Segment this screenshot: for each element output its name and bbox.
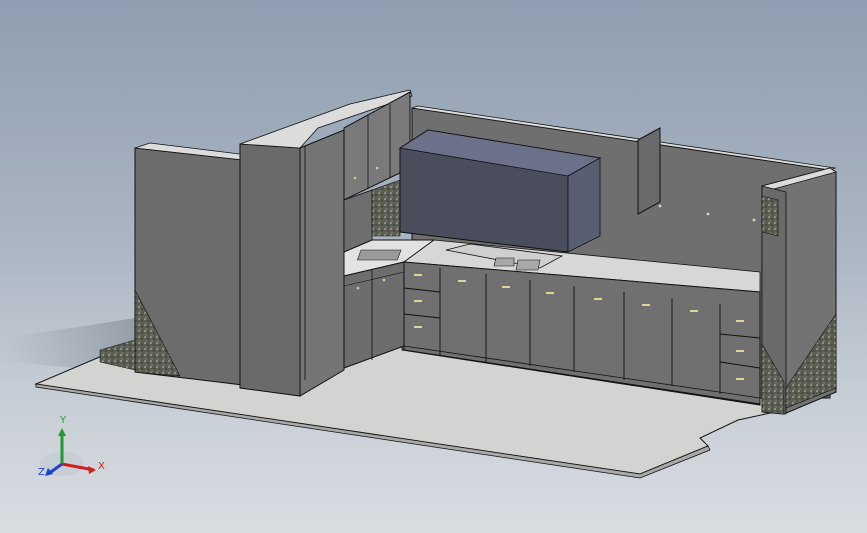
splash-panel[interactable] bbox=[637, 127, 661, 215]
granite-panel-upper-right bbox=[761, 195, 779, 237]
sink-bowl-1 bbox=[493, 257, 515, 267]
granite-backsplash bbox=[371, 179, 401, 237]
x-axis-label: X bbox=[98, 461, 105, 472]
sink-drainboard bbox=[356, 249, 402, 261]
y-axis-label: Y bbox=[60, 415, 67, 426]
kitchen-3d-model[interactable] bbox=[0, 0, 867, 533]
triad-axes bbox=[40, 428, 96, 476]
pantry-side bbox=[299, 129, 345, 397]
graphics-viewport[interactable]: X Y Z bbox=[0, 0, 867, 533]
sink-bowl-2 bbox=[515, 259, 541, 271]
z-axis-label: Z bbox=[38, 467, 45, 478]
coordinate-triad: X Y Z bbox=[34, 412, 114, 484]
tall-pantry-unit[interactable] bbox=[239, 143, 301, 397]
